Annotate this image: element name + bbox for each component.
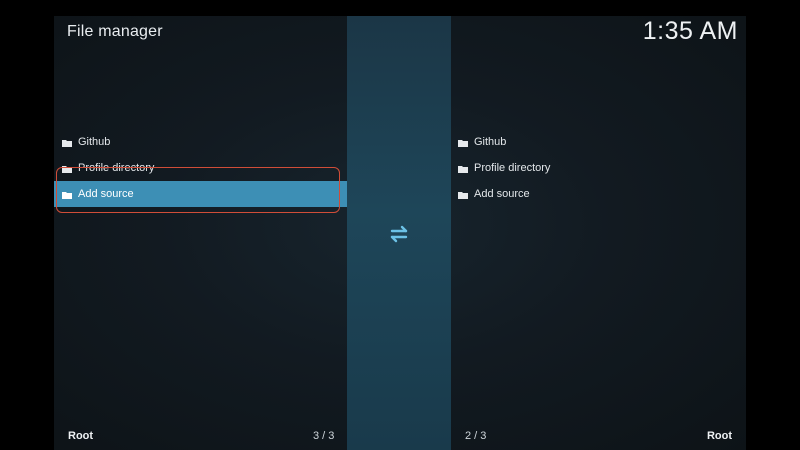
clock: 1:35 AM	[642, 17, 738, 45]
right-path-label: Root	[706, 430, 732, 442]
file-manager-screen: File manager 1:35 AM Github Profile dire…	[54, 16, 746, 450]
list-item[interactable]: Add source	[451, 181, 746, 207]
list-item[interactable]: Github	[451, 129, 746, 155]
list-item-label: Profile directory	[474, 162, 551, 174]
list-item[interactable]: Profile directory	[451, 155, 746, 181]
list-item-label: Github	[78, 136, 111, 148]
list-item-label: Github	[474, 136, 507, 148]
folder-icon	[62, 138, 72, 147]
folder-icon	[458, 190, 468, 199]
footer: Root 3 / 3 2 / 3 Root	[54, 424, 746, 450]
annotation-highlight	[56, 167, 340, 213]
list-item-label: Add source	[474, 188, 530, 200]
swap-panes-icon[interactable]	[386, 221, 412, 247]
left-path-label: Root	[68, 430, 94, 442]
folder-icon	[458, 138, 468, 147]
page-title: File manager	[67, 23, 163, 40]
right-pane: Github Profile directory Add source	[451, 129, 746, 207]
right-item-count: 2 / 3	[465, 430, 487, 442]
folder-icon	[458, 164, 468, 173]
list-item[interactable]: Github	[54, 129, 347, 155]
left-item-count: 3 / 3	[313, 430, 335, 442]
